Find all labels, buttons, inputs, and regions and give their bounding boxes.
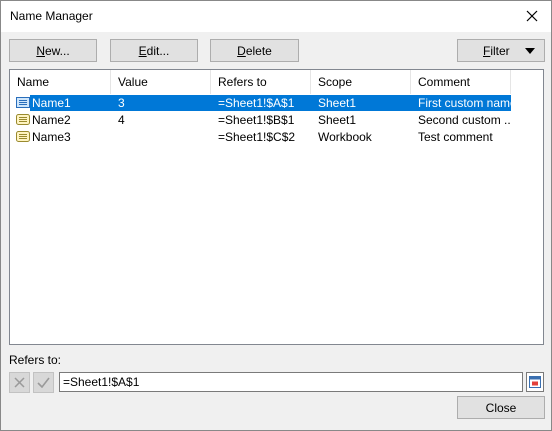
title-bar: Name Manager [1, 1, 551, 32]
names-list[interactable]: Name Value Refers to Scope Comment Name1… [9, 69, 544, 345]
cell-refers-to: =Sheet1!$A$1 [218, 96, 295, 110]
cell-refers-to: =Sheet1!$B$1 [218, 113, 295, 127]
refers-to-label: Refers to: [9, 353, 62, 367]
column-header-name[interactable]: Name [10, 70, 111, 94]
cell-value: 4 [118, 113, 125, 127]
cancel-edit-button[interactable] [9, 372, 30, 393]
cell-scope: Sheet1 [318, 113, 357, 127]
dropdown-arrow-icon [525, 48, 535, 54]
cell-name: Name1 [32, 96, 71, 110]
column-header-value[interactable]: Value [111, 70, 211, 94]
list-header: Name Value Refers to Scope Comment [10, 70, 543, 94]
table-row[interactable]: Name1 3 =Sheet1!$A$1 Sheet1 First custom… [10, 95, 543, 111]
cell-value [111, 129, 211, 145]
cell-comment: Test comment [418, 130, 493, 144]
cell-scope: Sheet1 [318, 96, 357, 110]
new-button[interactable]: New... [9, 39, 97, 62]
column-header-scope[interactable]: Scope [311, 70, 411, 94]
cell-value: 3 [118, 96, 125, 110]
refers-to-input[interactable]: =Sheet1!$A$1 [59, 372, 523, 392]
checkmark-icon [37, 377, 50, 388]
cross-icon [14, 377, 25, 388]
close-button[interactable]: Close [457, 396, 545, 419]
delete-button-mnemonic: D [237, 43, 246, 58]
cell-comment: First custom name [418, 96, 511, 110]
name-manager-dialog: Name Manager New... Edit... Delete Filte… [0, 0, 552, 431]
filter-button-label: ilter [490, 43, 510, 58]
filter-button[interactable]: Filter [457, 39, 545, 62]
cell-scope: Workbook [318, 130, 372, 144]
new-button-mnemonic: N [36, 43, 45, 58]
column-header-refers-to[interactable]: Refers to [211, 70, 311, 94]
dialog-title: Name Manager [10, 9, 93, 23]
new-button-label: ew... [44, 43, 70, 58]
filter-button-mnemonic: F [483, 43, 491, 58]
close-window-button[interactable] [519, 5, 545, 27]
range-select-icon [529, 376, 541, 388]
delete-button[interactable]: Delete [210, 39, 299, 62]
cell-name: Name2 [32, 113, 71, 127]
column-header-comment[interactable]: Comment [411, 70, 511, 94]
close-icon [526, 10, 538, 22]
collapse-dialog-button[interactable] [526, 372, 544, 392]
cell-refers-to: =Sheet1!$C$2 [218, 130, 296, 144]
table-row[interactable]: Name3 =Sheet1!$C$2 Workbook Test comment [10, 129, 543, 145]
cell-name: Name3 [32, 130, 71, 144]
edit-button[interactable]: Edit... [110, 39, 198, 62]
delete-button-label: elete [245, 43, 272, 58]
cell-comment: Second custom ... [418, 113, 511, 127]
confirm-edit-button[interactable] [33, 372, 54, 393]
table-row[interactable]: Name2 4 =Sheet1!$B$1 Sheet1 Second custo… [10, 112, 543, 128]
edit-button-mnemonic: E [138, 43, 147, 58]
edit-button-label: dit... [146, 43, 170, 58]
